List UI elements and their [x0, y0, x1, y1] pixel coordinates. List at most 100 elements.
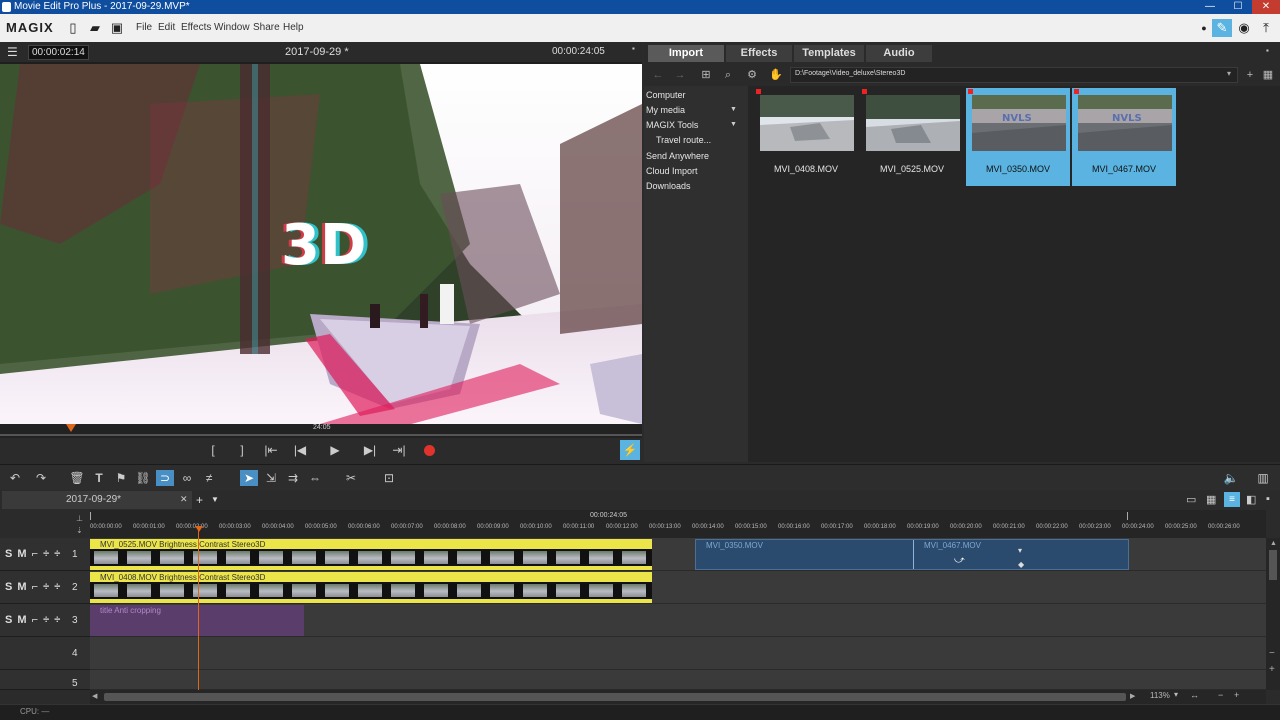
track-lane-1[interactable]: MVI_0525.MOV Brightness Contrast Stereo3…	[90, 538, 1266, 571]
record-button[interactable]	[424, 445, 435, 456]
lamp-icon[interactable]: ●	[1194, 19, 1214, 37]
hzoom-out-icon[interactable]: −	[1218, 690, 1223, 700]
track-lane-4[interactable]	[90, 637, 1266, 670]
tab-effects[interactable]: Effects	[726, 45, 792, 62]
track-lane-3[interactable]: title Anti cropping	[90, 604, 1266, 637]
monitor-menu-icon[interactable]: ☰	[7, 45, 18, 59]
go-to-start-button[interactable]: |⇤	[262, 442, 280, 458]
save-icon[interactable]: ▣	[110, 21, 124, 35]
horizontal-scrollbar[interactable]: ◀ ▶ 113% ▾ ↔ − +	[90, 690, 1266, 704]
nav-item-send-anywhere[interactable]: Send Anywhere	[646, 151, 709, 161]
timeline-ruler[interactable]: 00:00:24:05 00:00:00:00 00:00:01:00 00:00:…	[90, 510, 1266, 538]
playhead-marker[interactable]	[195, 526, 203, 532]
file-item[interactable]: NVLS MVI_0467.MOV	[1072, 88, 1176, 186]
title-icon[interactable]: T	[90, 470, 108, 486]
scroll-up-icon[interactable]: ▲	[1270, 540, 1277, 547]
new-project-icon[interactable]: ▯	[66, 21, 80, 35]
file-item[interactable]: MVI_0525.MOV	[860, 88, 964, 186]
minimize-button[interactable]: —	[1196, 0, 1224, 14]
scissors-icon[interactable]: ✂	[342, 470, 360, 486]
pointer-icon[interactable]: ➤	[240, 470, 258, 486]
monitor-expand-icon[interactable]: ▪	[632, 44, 635, 53]
hand-icon[interactable]: ✋	[768, 68, 784, 82]
scrub-marker[interactable]	[66, 424, 76, 432]
play-button[interactable]: ▶	[326, 442, 344, 458]
scroll-left-icon[interactable]: ◀	[92, 692, 97, 700]
track-header-3[interactable]: S M ⌐ ÷ ÷ 3	[0, 604, 90, 637]
ripple-icon[interactable]: ⊃	[156, 470, 174, 486]
fit-width-icon[interactable]: ↔	[1190, 690, 1199, 700]
select-range-icon[interactable]: ⇲	[262, 470, 280, 486]
my-media-chevron-icon[interactable]: ▼	[730, 106, 737, 113]
path-field[interactable]: D:\Footage\Video_deluxe\Stereo3D ▾	[790, 67, 1238, 83]
playhead-line[interactable]	[198, 528, 199, 690]
go-to-end-button[interactable]: ⇥|	[390, 442, 408, 458]
undo-icon[interactable]: ↶	[6, 470, 24, 486]
menu-window[interactable]: Window	[214, 22, 250, 33]
back-arrow-icon[interactable]: ←	[650, 68, 666, 82]
maximize-button[interactable]: ☐	[1224, 0, 1252, 14]
menu-edit[interactable]: Edit	[158, 22, 175, 33]
vertical-scrollbar[interactable]: ▲ − +	[1266, 538, 1280, 690]
mixer-icon[interactable]: ▥	[1254, 470, 1272, 486]
volume-handle-icon[interactable]: ◆	[1018, 560, 1024, 569]
disc-icon[interactable]: ◉	[1234, 19, 1254, 37]
scroll-thumb[interactable]	[1269, 550, 1277, 580]
track-lane-2[interactable]: MVI_0408.MOV Brightness Contrast Stereo3…	[90, 571, 1266, 604]
menu-share[interactable]: Share	[253, 22, 280, 33]
next-frame-button[interactable]: ▶|	[361, 442, 379, 458]
title-clip[interactable]: title Anti cropping	[90, 605, 304, 636]
menu-help[interactable]: Help	[283, 22, 304, 33]
track-controls[interactable]: S M ⌐ ÷ ÷	[5, 581, 61, 593]
multicam-view-icon[interactable]: ◧	[1246, 493, 1256, 506]
storyboard-view-icon[interactable]: ▭	[1186, 493, 1196, 506]
grid-view-icon[interactable]: ▦	[1260, 68, 1276, 82]
scene-view-icon[interactable]: ▦	[1206, 493, 1216, 506]
lock-icon[interactable]: ⇣	[76, 526, 83, 535]
zoom-level[interactable]: 113%	[1150, 691, 1170, 700]
multi-select-icon[interactable]: ⇉	[284, 470, 302, 486]
gear-icon[interactable]: ⚙	[744, 68, 760, 82]
chevron-down-icon[interactable]: ▾	[1227, 69, 1231, 78]
crossfade-icon[interactable]: ⤻	[954, 555, 965, 566]
previous-frame-button[interactable]: |◀	[291, 442, 309, 458]
track-header-5[interactable]: 5	[0, 670, 90, 690]
browser-expand-icon[interactable]: ▪	[1266, 46, 1269, 55]
track-header-2[interactable]: S M ⌐ ÷ ÷ 2	[0, 571, 90, 604]
open-folder-icon[interactable]: ▰	[88, 21, 102, 35]
zoom-out-icon[interactable]: −	[1269, 648, 1275, 659]
nav-item-cloud-import[interactable]: Cloud Import	[646, 166, 698, 176]
add-icon[interactable]: +	[1242, 68, 1258, 82]
add-tab-icon[interactable]: +	[196, 493, 203, 507]
track-lane-5[interactable]	[90, 670, 1266, 690]
zoom-chevron-icon[interactable]: ▾	[1174, 690, 1178, 699]
hscroll-thumb[interactable]	[104, 693, 1126, 701]
lightning-icon[interactable]: ⚡	[620, 440, 640, 460]
nav-item-magix-tools[interactable]: MAGIX Tools	[646, 120, 698, 130]
video-clip[interactable]: MVI_0408.MOV Brightness Contrast Stereo3…	[90, 572, 652, 603]
project-tab[interactable]: 2017-09-29* ✕	[2, 491, 192, 509]
zoom-in-icon[interactable]: +	[1269, 664, 1275, 675]
wizard-icon[interactable]: ✎	[1212, 19, 1232, 37]
link-icon[interactable]: ∞	[178, 470, 196, 486]
timeline-view-icon[interactable]: ≡	[1224, 492, 1240, 507]
track-header-1[interactable]: S M ⌐ ÷ ÷ 1	[0, 538, 90, 571]
search-icon[interactable]: ⌕	[720, 68, 736, 82]
nav-item-travel-route[interactable]: Travel route...	[656, 135, 711, 145]
delete-icon[interactable]: 🗑	[68, 470, 86, 486]
set-out-button[interactable]: ]	[233, 442, 251, 458]
set-in-button[interactable]: [	[204, 442, 222, 458]
more-view-icon[interactable]: ▪	[1266, 493, 1270, 505]
tab-audio[interactable]: Audio	[866, 45, 932, 62]
marker-icon[interactable]: ⚑	[112, 470, 130, 486]
video-frame[interactable]: 3D 3D 3D	[0, 64, 642, 424]
track-controls[interactable]: S M ⌐ ÷ ÷	[5, 548, 61, 560]
file-item[interactable]: NVLS MVI_0350.MOV	[966, 88, 1070, 186]
redo-icon[interactable]: ↷	[32, 470, 50, 486]
stretch-icon[interactable]: ⇔	[306, 470, 324, 486]
video-clip[interactable]: MVI_0350.MOV MVI_0467.MOV ⤻ ▾ ◆	[695, 539, 1129, 570]
track-header-4[interactable]: 4	[0, 637, 90, 670]
track-controls[interactable]: S M ⌐ ÷ ÷	[5, 614, 61, 626]
volume-icon[interactable]: 🔈	[1222, 470, 1240, 486]
scroll-right-icon[interactable]: ▶	[1130, 692, 1135, 700]
